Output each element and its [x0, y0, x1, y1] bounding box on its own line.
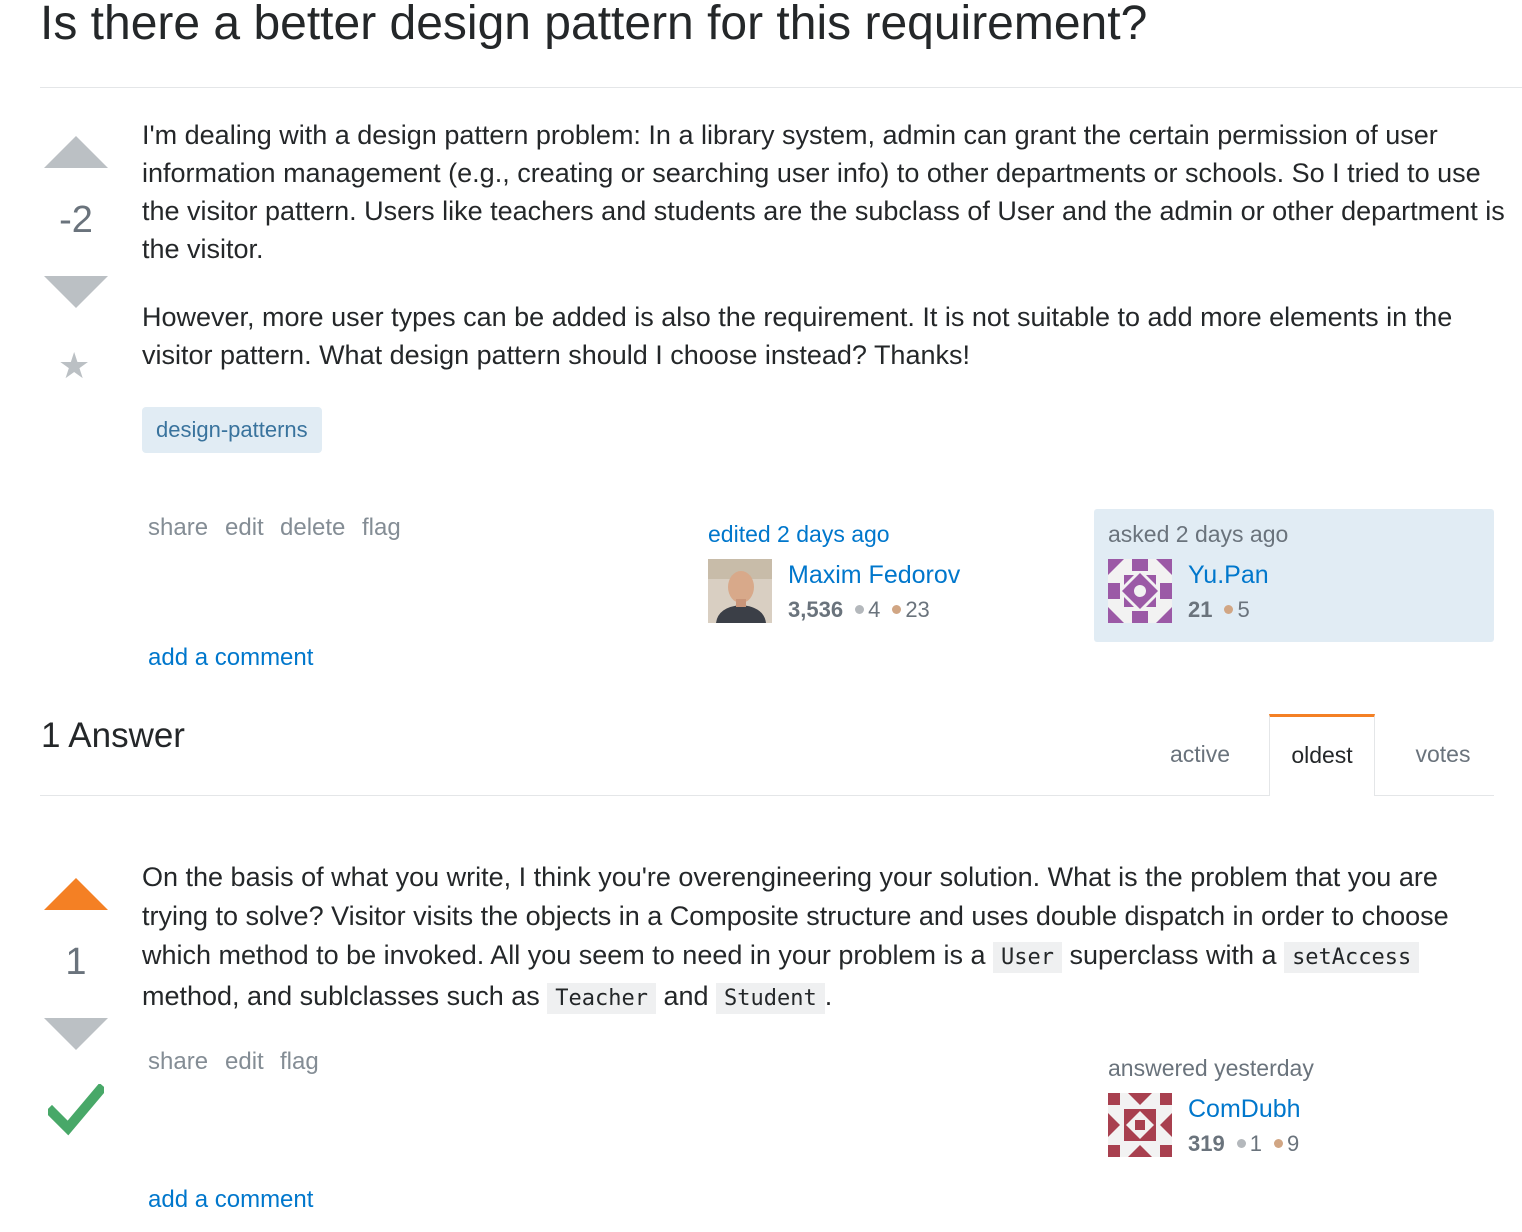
answer-text: superclass with a [1061, 940, 1285, 970]
favorite-star-icon[interactable]: ★ [58, 346, 90, 386]
tab-active[interactable]: active [1150, 741, 1250, 768]
answers-divider-left [40, 795, 1269, 796]
answer-vote-count: 1 [65, 941, 87, 983]
answer-add-comment-link[interactable]: add a comment [148, 1186, 313, 1214]
code-teacher: Teacher [547, 983, 656, 1014]
silver-badge-icon [1236, 1139, 1246, 1149]
answers-divider-right [1375, 795, 1494, 796]
code-setaccess: setAccess [1284, 942, 1420, 973]
answer-edit-link[interactable]: edit [225, 1048, 264, 1076]
editor-reputation: 3,536 4 23 [788, 597, 930, 623]
tag-design-patterns[interactable]: design-patterns [142, 407, 322, 453]
silver-badge-icon [855, 605, 865, 615]
upvote-icon[interactable] [44, 136, 108, 168]
code-user: User [992, 942, 1062, 973]
downvote-icon[interactable] [44, 276, 108, 308]
answer-text: . [824, 981, 833, 1011]
answer-flag-link[interactable]: flag [280, 1048, 319, 1076]
question-vote-count: -2 [59, 199, 93, 241]
bronze-badge-count: 5 [1237, 597, 1250, 622]
upvote-active-icon[interactable] [44, 878, 108, 910]
code-student: Student [716, 983, 825, 1014]
silver-badge-count: 1 [1249, 1131, 1262, 1156]
avatar-yu-pan[interactable] [1108, 559, 1172, 623]
answerer-reputation: 319 1 9 [1188, 1131, 1299, 1157]
answer-body: On the basis of what you write, I think … [142, 858, 1507, 1018]
bronze-badge-count: 9 [1286, 1131, 1300, 1156]
answers-count-header: 1 Answer [41, 716, 185, 755]
owner-name-link[interactable]: Yu.Pan [1188, 561, 1269, 590]
bronze-badge-icon [1273, 1139, 1283, 1149]
edit-link[interactable]: edit [225, 514, 264, 542]
question-add-comment-link[interactable]: add a comment [148, 644, 313, 672]
avatar-comdubh[interactable] [1108, 1093, 1172, 1157]
answer-share-link[interactable]: share [148, 1048, 208, 1076]
accepted-checkmark-icon [44, 1082, 108, 1141]
avatar-maxim-fedorov[interactable] [708, 559, 772, 623]
answer-text: and [655, 981, 717, 1011]
share-link[interactable]: share [148, 514, 208, 542]
identicon-icon [1108, 1093, 1172, 1157]
asked-timestamp: asked 2 days ago [1108, 521, 1289, 547]
bronze-badge-count: 23 [905, 597, 930, 622]
reputation-score: 3,536 [788, 597, 844, 622]
identicon-icon [1108, 559, 1172, 623]
reputation-score: 21 [1188, 597, 1213, 622]
flag-link[interactable]: flag [362, 514, 401, 542]
user-photo-icon [708, 559, 772, 623]
answered-timestamp: answered yesterday [1108, 1055, 1314, 1081]
editor-name-link[interactable]: Maxim Fedorov [788, 561, 960, 590]
question-body: I'm dealing with a design pattern proble… [142, 116, 1507, 404]
reputation-score: 319 [1188, 1131, 1225, 1156]
answerer-name-link[interactable]: ComDubh [1188, 1095, 1301, 1124]
bronze-badge-icon [892, 605, 902, 615]
bronze-badge-icon [1224, 605, 1234, 615]
answer-text: method, and sublclasses such as [142, 981, 548, 1011]
owner-reputation: 21 5 [1188, 597, 1250, 623]
question-paragraph: I'm dealing with a design pattern proble… [142, 120, 1505, 264]
tab-votes[interactable]: votes [1396, 741, 1490, 768]
edited-timestamp-link[interactable]: edited 2 days ago [708, 521, 890, 548]
silver-badge-count: 4 [868, 597, 881, 622]
title-divider [40, 87, 1522, 88]
question-title[interactable]: Is there a better design pattern for thi… [40, 0, 1147, 54]
question-paragraph: However, more user types can be added is… [142, 302, 1453, 370]
downvote-icon[interactable] [44, 1018, 108, 1050]
tab-oldest[interactable]: oldest [1269, 714, 1375, 796]
delete-link[interactable]: delete [280, 514, 345, 542]
